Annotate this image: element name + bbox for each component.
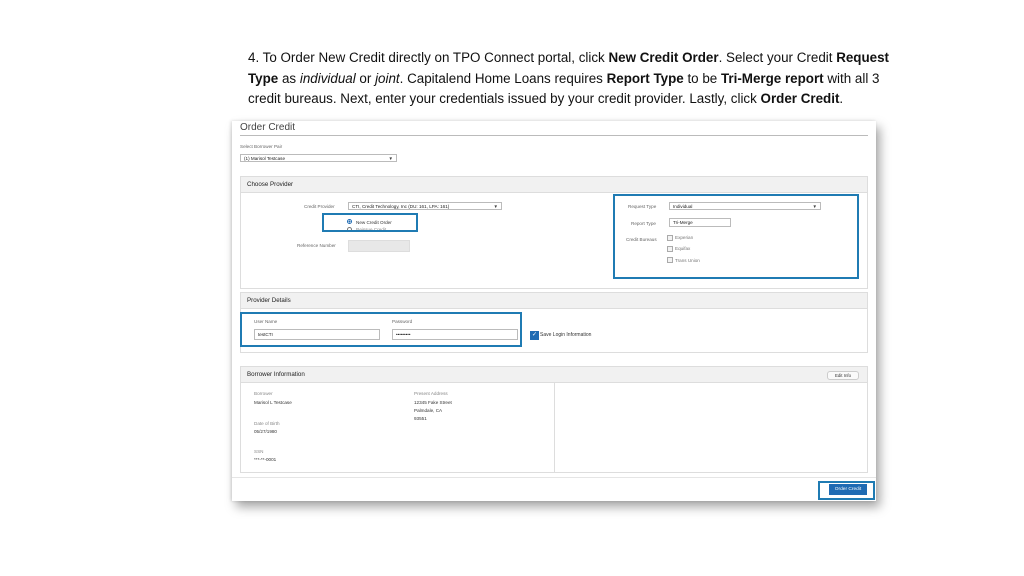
borrower-label: Borrower bbox=[254, 391, 273, 396]
instruction-part: . Capitalend Home Loans requires bbox=[399, 70, 607, 86]
credit-provider-value: CTI, Credit Technology, Inc (DU: 161, LP… bbox=[352, 204, 450, 209]
column-divider bbox=[554, 383, 555, 472]
save-login-checkbox[interactable]: ✓ bbox=[530, 331, 539, 340]
borrower-pair-value: (1) Marisol Testcase bbox=[244, 156, 286, 161]
instruction-part: or bbox=[355, 70, 376, 86]
instruction-part: . bbox=[839, 91, 844, 106]
borrower-information-panel: Borrower Information Edit Info Borrower … bbox=[240, 366, 868, 473]
borrower-pair-select[interactable]: (1) Marisol Testcase ▼ bbox=[240, 154, 397, 162]
instruction-text: 4. To Order New Credit directly on TPO C… bbox=[248, 48, 908, 110]
order-credit-screenshot: Order Credit Select Borrower Pair (1) Ma… bbox=[232, 121, 876, 501]
ssn-value: ***-**-0001 bbox=[254, 457, 277, 462]
dob-value: 05/27/1980 bbox=[254, 429, 277, 434]
title-divider bbox=[240, 135, 868, 136]
highlight-provider-credentials bbox=[240, 312, 522, 347]
highlight-new-credit-order bbox=[322, 213, 418, 232]
address-line-1: 12345 Fake Street bbox=[414, 400, 452, 405]
chevron-down-icon: ▼ bbox=[493, 204, 498, 209]
borrower-name: Marisol L Testcase bbox=[254, 400, 292, 405]
credit-provider-label: Credit Provider bbox=[304, 204, 335, 209]
highlight-request-report-type bbox=[613, 194, 859, 279]
save-login-label: Save Login Information bbox=[540, 332, 592, 338]
edit-info-button[interactable]: Edit Info bbox=[827, 371, 859, 380]
provider-details-heading: Provider Details bbox=[247, 297, 291, 304]
address-line-3: 93551 bbox=[414, 416, 427, 421]
instruction-bold: New Credit Order bbox=[608, 50, 719, 65]
instruction-italic: joint bbox=[375, 70, 400, 86]
instruction-part: as bbox=[278, 70, 300, 86]
present-address-label: Present Address bbox=[414, 391, 448, 396]
borrower-information-heading: Borrower Information bbox=[247, 371, 305, 378]
dob-label: Date of Birth bbox=[254, 421, 280, 426]
page-title: Order Credit bbox=[240, 122, 296, 133]
address-line-2: Palmdale, CA bbox=[414, 408, 443, 413]
check-icon: ✓ bbox=[531, 332, 538, 338]
instruction-bold: Report Type bbox=[606, 70, 684, 86]
provider-details-header: Provider Details bbox=[241, 293, 867, 309]
choose-provider-header: Choose Provider bbox=[241, 177, 867, 193]
instruction-part: 4. To Order New Credit directly on TPO C… bbox=[248, 50, 609, 65]
instruction-part: to be bbox=[683, 70, 721, 86]
borrower-information-header: Borrower Information bbox=[241, 367, 867, 383]
reference-number-input[interactable] bbox=[348, 240, 410, 252]
choose-provider-heading: Choose Provider bbox=[247, 181, 294, 188]
instruction-part: . Select your Credit bbox=[718, 50, 837, 65]
highlight-order-credit bbox=[818, 481, 875, 500]
reference-number-label: Reference Number bbox=[297, 243, 336, 248]
instruction-bold: Order Credit bbox=[760, 91, 840, 106]
credit-provider-select[interactable]: CTI, Credit Technology, Inc (DU: 161, LP… bbox=[348, 202, 502, 210]
borrower-pair-label: Select Borrower Pair bbox=[240, 144, 283, 149]
footer-divider bbox=[232, 477, 876, 478]
chevron-down-icon: ▼ bbox=[388, 156, 393, 161]
instruction-italic: individual bbox=[299, 70, 356, 86]
instruction-bold: Tri-Merge report bbox=[720, 70, 824, 86]
ssn-label: SSN bbox=[254, 449, 264, 454]
